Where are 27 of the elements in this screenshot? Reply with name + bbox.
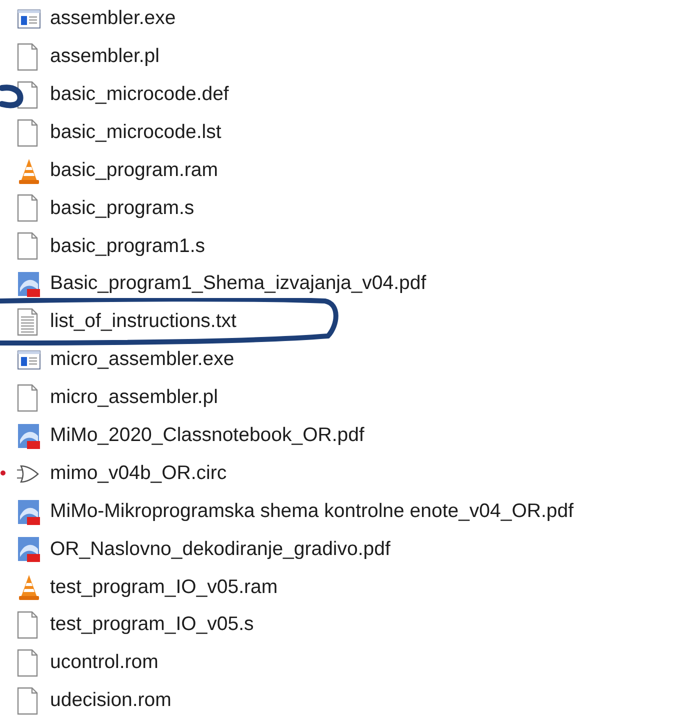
traffic-cone-icon [17, 156, 41, 184]
pdf-icon [17, 535, 41, 564]
file-name[interactable]: udecision.rom [50, 691, 172, 711]
file-name[interactable]: micro_assembler.pl [50, 388, 218, 408]
file-name[interactable]: basic_microcode.lst [50, 122, 222, 142]
ink-mark [0, 84, 24, 109]
file-name[interactable]: ucontrol.rom [50, 653, 158, 673]
file-name[interactable]: basic_microcode.def [50, 84, 229, 104]
file-name[interactable]: Basic_program1_Shema_izvajanja_v04.pdf [50, 274, 426, 294]
file-name[interactable]: mimo_v04b_OR.circ [50, 464, 227, 484]
pdf-icon [17, 422, 41, 450]
pdf-icon [17, 270, 41, 298]
traffic-cone-icon [17, 573, 41, 602]
file-name[interactable]: basic_program.ram [50, 160, 218, 180]
file-name[interactable]: test_program_IO_v05.ram [50, 578, 278, 598]
file-name[interactable]: MiMo_2020_Classnotebook_OR.pdf [50, 426, 364, 446]
file-name[interactable]: basic_program.s [50, 198, 194, 218]
file-name[interactable]: test_program_IO_v05.s [50, 615, 254, 635]
file-name[interactable]: assembler.exe [50, 9, 176, 29]
file-name[interactable]: assembler.pl [50, 47, 160, 67]
pdf-icon [17, 498, 41, 526]
file-name[interactable]: OR_Naslovno_dekodiranje_gradivo.pdf [50, 540, 390, 560]
ink-dot [0, 470, 6, 476]
file-name[interactable]: MiMo-Mikroprogramska shema kontrolne enote_v04_OR.pdf [50, 502, 574, 522]
file-name[interactable]: list_of_instructions.txt [50, 312, 236, 332]
file-name[interactable]: basic_program1.s [50, 236, 205, 256]
file-name[interactable]: micro_assembler.exe [50, 350, 234, 370]
